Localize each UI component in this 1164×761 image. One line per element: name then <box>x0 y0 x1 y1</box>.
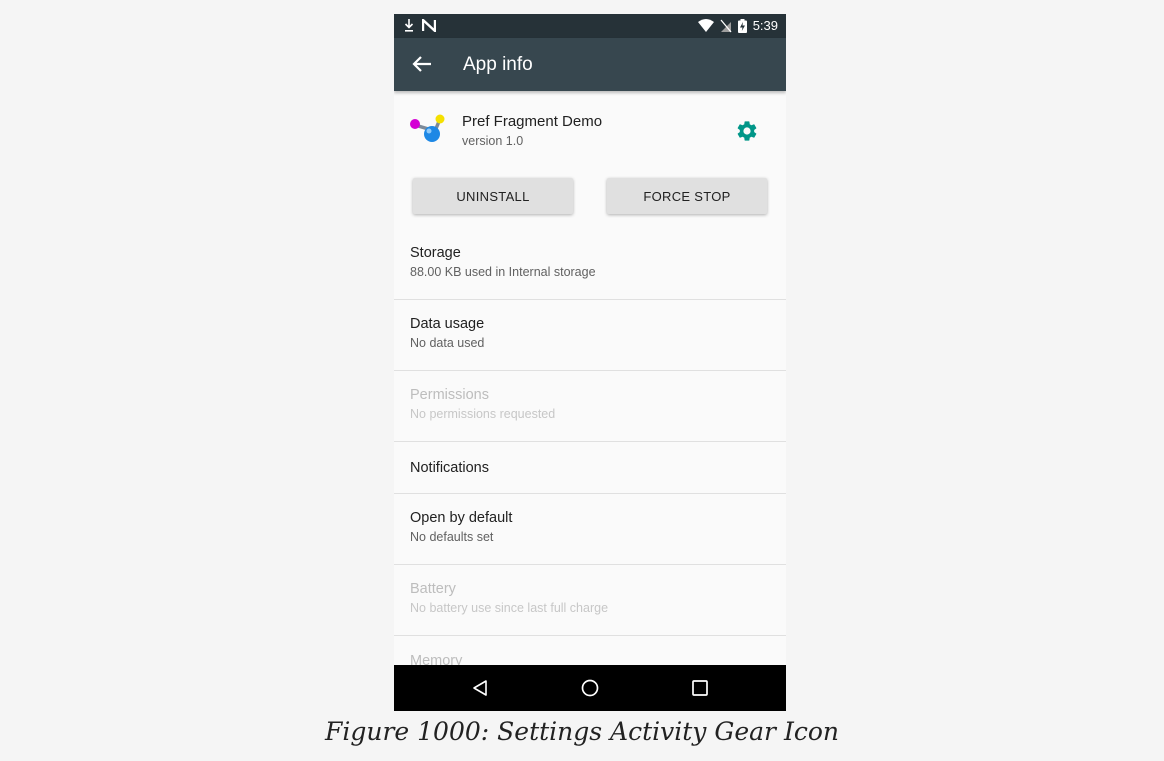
pref-battery: Battery No battery use since last full c… <box>394 565 786 636</box>
pref-title: Permissions <box>410 387 489 403</box>
app-info-content: Pref Fragment Demo version 1.0 UNINSTALL… <box>394 91 786 665</box>
figure-caption: Figure 1000: Settings Activity Gear Icon <box>325 717 839 746</box>
pref-summary: No data used <box>410 336 485 350</box>
pref-summary: No permissions requested <box>410 407 556 421</box>
battery-charging-icon <box>737 18 747 33</box>
pref-notifications[interactable]: Notifications <box>394 442 786 494</box>
phone-screen: 5:39 App info Pref Fragment Demo version… <box>394 14 786 711</box>
navigation-bar <box>394 665 786 711</box>
pref-data-usage[interactable]: Data usage No data used <box>394 300 786 371</box>
recents-square-icon[interactable] <box>690 678 710 698</box>
uninstall-button[interactable]: UNINSTALL <box>413 178 573 214</box>
pref-permissions: Permissions No permissions requested <box>394 371 786 442</box>
force-stop-button[interactable]: FORCE STOP <box>607 178 767 214</box>
no-sim-icon <box>720 19 732 32</box>
status-bar: 5:39 <box>394 14 786 38</box>
pref-title: Data usage <box>410 316 485 332</box>
app-name: Pref Fragment Demo <box>462 113 603 130</box>
pref-title: Storage <box>410 245 461 261</box>
app-version: version 1.0 <box>462 134 524 148</box>
app-header: Pref Fragment Demo version 1.0 <box>394 91 786 171</box>
status-time: 5:39 <box>752 18 778 33</box>
pref-memory: Memory <box>394 636 786 665</box>
n-logo-icon <box>422 18 436 32</box>
pref-title: Battery <box>410 581 456 597</box>
pref-storage[interactable]: Storage 88.00 KB used in Internal storag… <box>394 230 786 300</box>
pref-summary: No defaults set <box>410 530 494 544</box>
wifi-icon <box>697 18 714 32</box>
page-title: App info <box>463 54 533 75</box>
pref-title: Open by default <box>410 510 513 526</box>
back-triangle-icon[interactable] <box>470 678 490 698</box>
pref-title: Notifications <box>410 460 489 476</box>
home-circle-icon[interactable] <box>580 678 600 698</box>
pref-summary: 88.00 KB used in Internal storage <box>410 265 596 279</box>
pref-open-by-default[interactable]: Open by default No defaults set <box>394 494 786 565</box>
gear-icon[interactable] <box>735 119 759 143</box>
app-bar: App info <box>394 38 786 91</box>
action-buttons: UNINSTALL FORCE STOP <box>394 171 786 230</box>
pref-summary: No battery use since last full charge <box>410 601 609 615</box>
arrow-back-icon[interactable] <box>411 53 433 75</box>
pref-title: Memory <box>410 653 463 665</box>
app-molecule-icon <box>410 114 445 142</box>
download-icon <box>404 19 414 32</box>
